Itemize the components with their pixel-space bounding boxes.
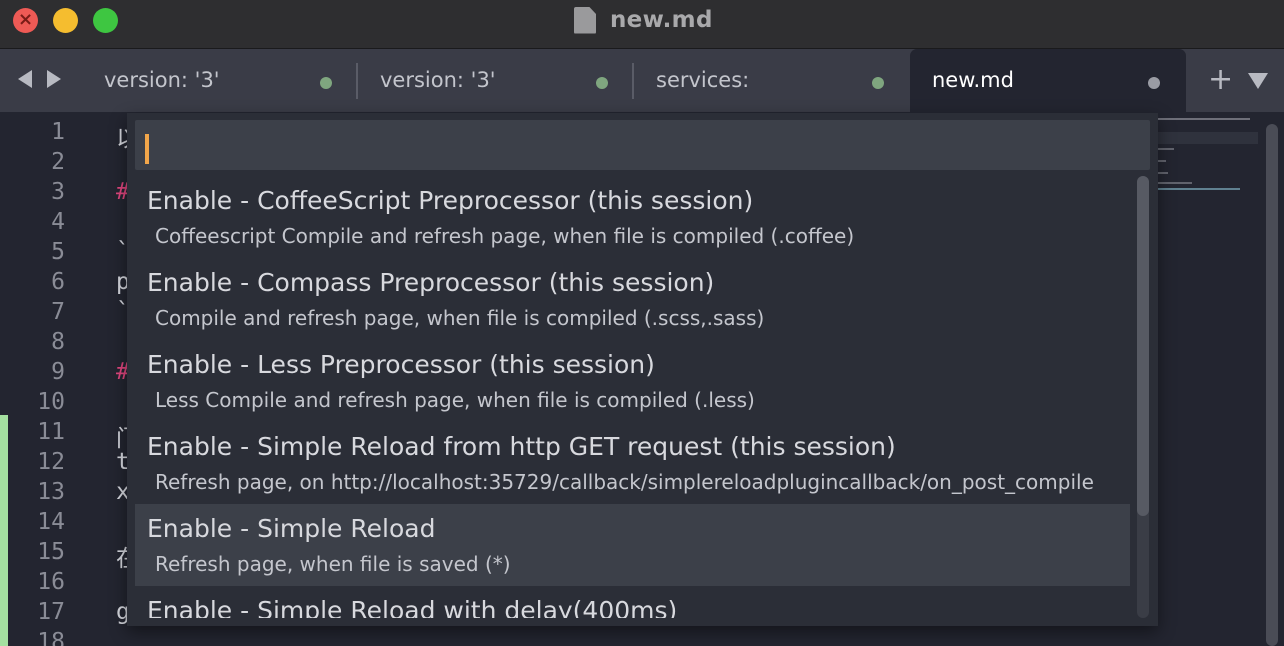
line-number: 16 bbox=[37, 569, 65, 595]
minimap-line bbox=[1158, 172, 1168, 174]
editor-line[interactable]: 12 t bbox=[0, 446, 140, 476]
command-item[interactable]: Enable - Less Preprocessor (this session… bbox=[135, 340, 1130, 422]
editor-line[interactable]: 17 g bbox=[0, 596, 140, 626]
command-item[interactable]: Enable - Simple Reload with delay(400ms) bbox=[135, 586, 1130, 618]
editor-line[interactable]: 2 bbox=[0, 146, 140, 176]
command-title: Enable - CoffeeScript Preprocessor (this… bbox=[147, 186, 754, 215]
command-description: Refresh page, on http://localhost:35729/… bbox=[155, 470, 1094, 494]
editor-line[interactable]: 13 x bbox=[0, 476, 140, 506]
unsaved-dot-icon[interactable] bbox=[1148, 77, 1160, 89]
editor-line[interactable]: 3 # bbox=[0, 176, 140, 206]
unsaved-dot-icon[interactable] bbox=[596, 77, 608, 89]
editor-line[interactable]: 5 ` bbox=[0, 236, 140, 266]
text-caret bbox=[145, 134, 149, 164]
minimap-line bbox=[1158, 182, 1192, 184]
command-title: Enable - Less Preprocessor (this session… bbox=[147, 350, 655, 379]
line-number: 14 bbox=[37, 509, 65, 535]
editor-line[interactable]: 15在 bbox=[0, 536, 140, 572]
editor-line[interactable]: 16 bbox=[0, 566, 140, 596]
command-description: Coffeescript Compile and refresh page, w… bbox=[155, 224, 855, 248]
command-title: Enable - Simple Reload from http GET req… bbox=[147, 432, 896, 461]
line-number: 2 bbox=[51, 149, 65, 175]
title-bar: new.md bbox=[0, 0, 1284, 49]
new-tab-button[interactable]: + bbox=[1208, 65, 1233, 95]
tab-label: services: bbox=[656, 68, 750, 92]
command-palette-input[interactable] bbox=[135, 120, 1150, 170]
editor-line[interactable]: 10 bbox=[0, 386, 140, 416]
minimap-line bbox=[1158, 148, 1174, 150]
tab-list-chevron-down-icon[interactable] bbox=[1248, 73, 1268, 89]
command-description: Refresh page, when file is saved (*) bbox=[155, 552, 511, 576]
tab-label: version: '3' bbox=[104, 68, 220, 92]
tab-new-md[interactable]: new.md bbox=[910, 49, 1186, 112]
tab-version-3-first[interactable]: version: '3' bbox=[76, 49, 354, 112]
editor-scrollbar[interactable] bbox=[1266, 124, 1278, 646]
palette-scrollbar-thumb[interactable] bbox=[1137, 176, 1149, 516]
command-title: Enable - Compass Preprocessor (this sess… bbox=[147, 268, 715, 297]
tab-label: new.md bbox=[932, 68, 1014, 92]
document-icon bbox=[574, 7, 596, 34]
line-number: 18 bbox=[37, 629, 65, 646]
editor-line[interactable]: 8 bbox=[0, 326, 140, 356]
close-window-button[interactable] bbox=[13, 8, 38, 33]
line-number: 15 bbox=[37, 539, 65, 565]
command-item[interactable]: Enable - CoffeeScript Preprocessor (this… bbox=[135, 176, 1130, 258]
command-item[interactable]: Enable - Simple Reload from http GET req… bbox=[135, 422, 1130, 504]
window-title-group: new.md bbox=[574, 4, 713, 36]
line-number: 9 bbox=[51, 359, 65, 385]
tab-bar: version: '3' version: '3' services: new.… bbox=[0, 49, 1284, 112]
line-number: 12 bbox=[37, 449, 65, 475]
palette-scrollbar[interactable] bbox=[1137, 176, 1149, 618]
line-number: 7 bbox=[51, 299, 65, 325]
command-description: Less Compile and refresh page, when file… bbox=[155, 388, 755, 412]
unsaved-dot-icon[interactable] bbox=[320, 77, 332, 89]
command-palette-results: Enable - CoffeeScript Preprocessor (this… bbox=[135, 176, 1130, 618]
editor-line[interactable]: 11门 bbox=[0, 416, 140, 452]
line-number: 6 bbox=[51, 269, 65, 295]
line-number: 8 bbox=[51, 329, 65, 355]
minimap-line bbox=[1158, 160, 1166, 162]
editor-line[interactable]: 9 # bbox=[0, 356, 140, 386]
tab-forward-icon[interactable] bbox=[47, 70, 61, 88]
minimap-viewport[interactable] bbox=[1158, 132, 1258, 144]
tab-version-3-second[interactable]: version: '3' bbox=[352, 49, 630, 112]
minimap[interactable] bbox=[1158, 112, 1263, 646]
minimap-line bbox=[1158, 188, 1240, 190]
command-description: Compile and refresh page, when file is c… bbox=[155, 306, 765, 330]
line-number: 1 bbox=[51, 119, 65, 145]
line-number: 17 bbox=[37, 599, 65, 625]
command-item[interactable]: Enable - Simple Reload Refresh page, when… bbox=[135, 504, 1130, 586]
command-palette: Enable - CoffeeScript Preprocessor (this… bbox=[127, 113, 1158, 626]
unsaved-dot-icon[interactable] bbox=[872, 77, 884, 89]
line-number: 10 bbox=[37, 389, 65, 415]
command-title: Enable - Simple Reload bbox=[147, 514, 436, 543]
line-number: 3 bbox=[51, 179, 65, 205]
editor-line[interactable]: 7 ` bbox=[0, 296, 140, 326]
tab-services[interactable]: services: bbox=[628, 49, 906, 112]
tab-back-icon[interactable] bbox=[18, 70, 32, 88]
minimize-window-button[interactable] bbox=[53, 8, 78, 33]
editor-line[interactable]: 6p bbox=[0, 266, 140, 296]
editor-line[interactable]: 14 bbox=[0, 506, 140, 536]
editor-line[interactable]: 4 bbox=[0, 206, 140, 236]
command-item[interactable]: Enable - Compass Preprocessor (this sess… bbox=[135, 258, 1130, 340]
line-number: 4 bbox=[51, 209, 65, 235]
command-title: Enable - Simple Reload with delay(400ms) bbox=[147, 596, 678, 618]
editor-line[interactable]: 18 bbox=[0, 626, 140, 646]
line-number: 11 bbox=[37, 419, 65, 445]
editor-line[interactable]: 1以 bbox=[0, 116, 140, 152]
window-title: new.md bbox=[610, 7, 713, 33]
line-number: 13 bbox=[37, 479, 65, 505]
minimap-line bbox=[1158, 118, 1250, 120]
zoom-window-button[interactable] bbox=[93, 8, 118, 33]
line-number: 5 bbox=[51, 239, 65, 265]
tab-label: version: '3' bbox=[380, 68, 496, 92]
